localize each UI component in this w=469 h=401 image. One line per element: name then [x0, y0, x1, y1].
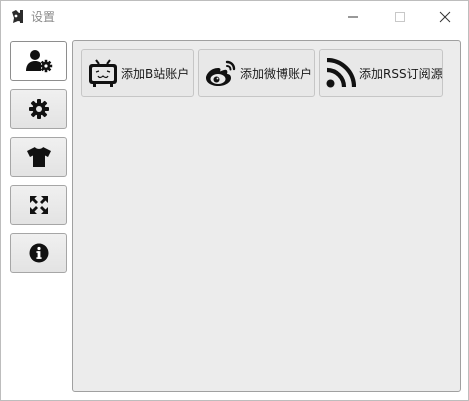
add-bilibili-button[interactable]: 添加B站账户 [81, 49, 194, 97]
sidebar-item-window[interactable] [10, 185, 67, 225]
close-button[interactable] [422, 1, 468, 32]
add-rss-label: 添加RSS订阅源 [359, 66, 443, 81]
sidebar-item-accounts[interactable] [10, 41, 67, 81]
maximize-button[interactable] [377, 1, 423, 32]
user-gear-icon [25, 50, 52, 73]
gear-icon [28, 99, 49, 119]
sidebar-item-about[interactable] [10, 233, 67, 273]
expand-arrows-icon [29, 196, 48, 214]
title-bar[interactable]: 设置 [1, 1, 468, 32]
minimize-button[interactable] [330, 1, 376, 32]
weibo-icon [205, 59, 237, 87]
app-icon [10, 9, 25, 24]
accounts-panel: 添加B站账户 添加微博账户 添加RSS订阅源 [72, 40, 461, 392]
rss-icon [326, 58, 356, 88]
window-title: 设置 [31, 10, 56, 24]
add-weibo-label: 添加微博账户 [240, 66, 313, 81]
add-weibo-button[interactable]: 添加微博账户 [198, 49, 315, 97]
info-icon [29, 243, 48, 263]
sidebar-item-theme[interactable] [10, 137, 67, 177]
minimize-icon [348, 16, 358, 17]
add-rss-button[interactable]: 添加RSS订阅源 [319, 49, 443, 97]
sidebar-item-settings[interactable] [10, 89, 67, 129]
settings-window: 设置 添加B站账户 添加微博账户 添加RSS订阅源 [0, 0, 469, 401]
maximize-icon [395, 11, 405, 22]
add-bilibili-label: 添加B站账户 [121, 66, 190, 81]
close-icon [439, 11, 451, 22]
bilibili-tv-icon [88, 58, 118, 88]
tshirt-icon [26, 147, 51, 167]
